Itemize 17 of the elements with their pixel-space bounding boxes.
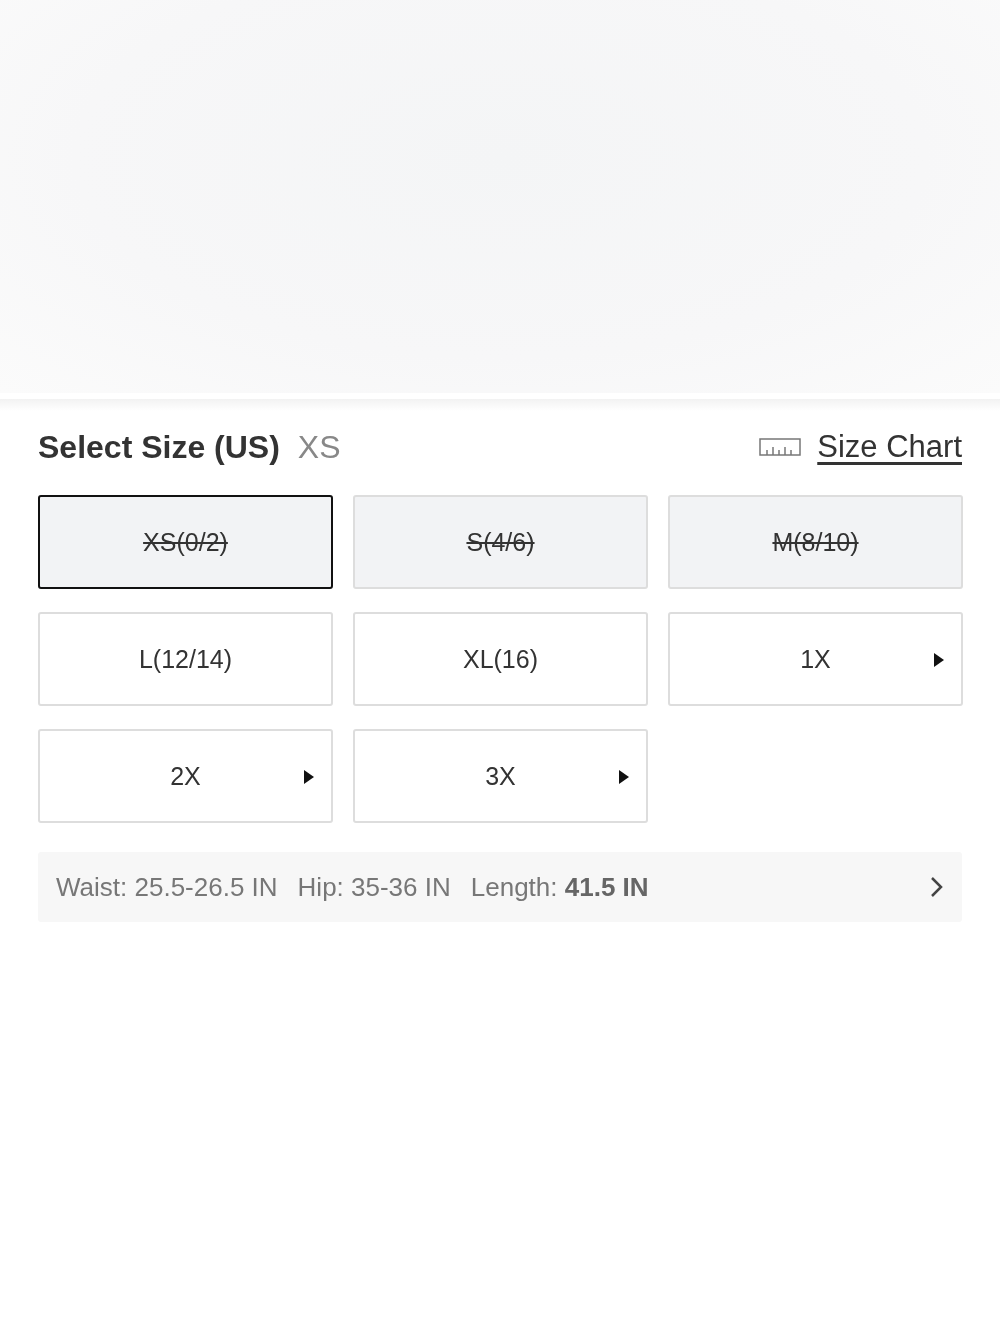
- size-chart-link[interactable]: Size Chart: [817, 429, 962, 465]
- size-option[interactable]: L(12/14): [38, 612, 333, 706]
- measurement-text: Hip: 35-36 IN: [297, 871, 451, 903]
- size-option[interactable]: XL(16): [353, 612, 648, 706]
- size-option[interactable]: 3X: [353, 729, 648, 823]
- section-title: Select Size (US): [38, 428, 280, 466]
- size-option[interactable]: XS(0/2): [38, 495, 333, 589]
- measurement-text: Length: 41.5 IN: [470, 871, 649, 903]
- size-option[interactable]: 1X: [668, 612, 963, 706]
- size-option[interactable]: M(8/10): [668, 495, 963, 589]
- selected-size: XS: [297, 428, 341, 466]
- ruler-icon: [759, 438, 802, 456]
- measurement-text: Waist: 25.5-26.5 IN: [56, 871, 278, 903]
- measurement-bar[interactable]: Waist: 25.5-26.5 IN Hip: 35-36 IN Length: 41.5 IN: [38, 852, 962, 922]
- size-option[interactable]: S(4/6): [353, 495, 648, 589]
- chevron-right-icon: [930, 876, 944, 898]
- size-option[interactable]: 2X: [38, 729, 333, 823]
